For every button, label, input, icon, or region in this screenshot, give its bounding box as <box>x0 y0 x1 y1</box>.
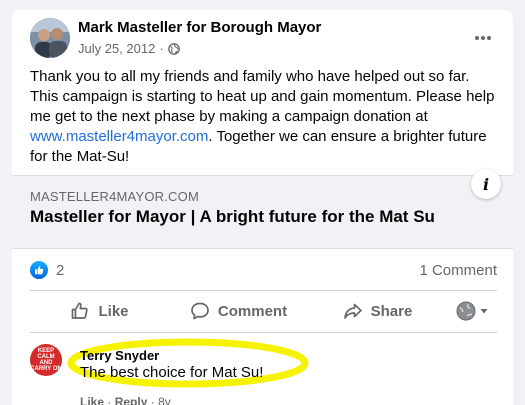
author-photo <box>30 18 70 58</box>
comment-item: KEEP CALM AND CARRY ON Terry Snyder The … <box>12 338 513 405</box>
more-options-button[interactable] <box>469 24 497 52</box>
audience-selector[interactable] <box>447 293 497 329</box>
commenter-avatar[interactable]: KEEP CALM AND CARRY ON <box>30 344 62 376</box>
comment-text: The best choice for Mat Su! <box>80 364 264 381</box>
post-message: Thank you to all my friends and family w… <box>30 67 500 167</box>
meta-separator: · <box>159 41 164 56</box>
comment-button[interactable]: Comment <box>169 293 308 329</box>
author-name[interactable]: Mark Masteller for Borough Mayor <box>78 19 321 36</box>
like-icon <box>72 302 89 319</box>
profile-globe-icon <box>456 301 475 321</box>
avatar-text: CARRY ON <box>30 366 62 372</box>
comment-reply-button[interactable]: Reply <box>115 395 148 405</box>
comment-like-button[interactable]: Like <box>80 395 104 405</box>
caret-down-icon <box>480 309 487 314</box>
info-icon: i <box>482 174 490 194</box>
action-bar: Like Comment Share <box>30 290 497 332</box>
like-reaction-icon[interactable] <box>30 261 48 279</box>
post-header: Mark Masteller for Borough Mayor July 25… <box>12 10 513 65</box>
reaction-count[interactable]: 2 <box>56 262 64 279</box>
author-avatar[interactable] <box>30 18 70 58</box>
campaign-link[interactable]: www.masteller4mayor.com <box>30 128 208 145</box>
comment-count[interactable]: 1 Comment <box>419 262 497 279</box>
share-button[interactable]: Share <box>308 293 447 329</box>
comment-bubble: Terry Snyder The best choice for Mat Su! <box>80 348 263 381</box>
comment-dot: · <box>150 395 155 405</box>
thumbs-up-icon <box>35 266 44 275</box>
comment-dot: · <box>107 395 112 405</box>
link-domain: MASTELLER4MAYOR.COM <box>30 189 199 204</box>
comment-actions: Like · Reply · 8y <box>80 395 171 405</box>
more-options-icon <box>475 36 491 40</box>
reactions-bar: 2 1 Comment <box>30 250 497 290</box>
commenter-name[interactable]: Terry Snyder <box>80 348 263 363</box>
info-button[interactable]: i <box>471 169 501 199</box>
post-text-part1: Thank you to all my friends and family w… <box>30 68 495 125</box>
like-button[interactable]: Like <box>30 293 169 329</box>
divider <box>30 332 497 333</box>
link-preview[interactable]: MASTELLER4MAYOR.COM Masteller for Mayor … <box>12 169 513 249</box>
link-title[interactable]: Masteller for Mayor | A bright future fo… <box>30 207 435 227</box>
comment-age[interactable]: 8y <box>158 395 171 405</box>
share-icon <box>343 303 362 319</box>
share-label: Share <box>370 302 413 320</box>
comment-label: Comment <box>217 302 288 320</box>
like-label: Like <box>98 302 129 320</box>
post-date[interactable]: July 25, 2012 <box>78 41 155 56</box>
comment-icon <box>191 302 209 320</box>
globe-icon <box>167 42 180 55</box>
post-meta: July 25, 2012 · <box>78 41 180 56</box>
post-card: Mark Masteller for Borough Mayor July 25… <box>12 10 513 405</box>
